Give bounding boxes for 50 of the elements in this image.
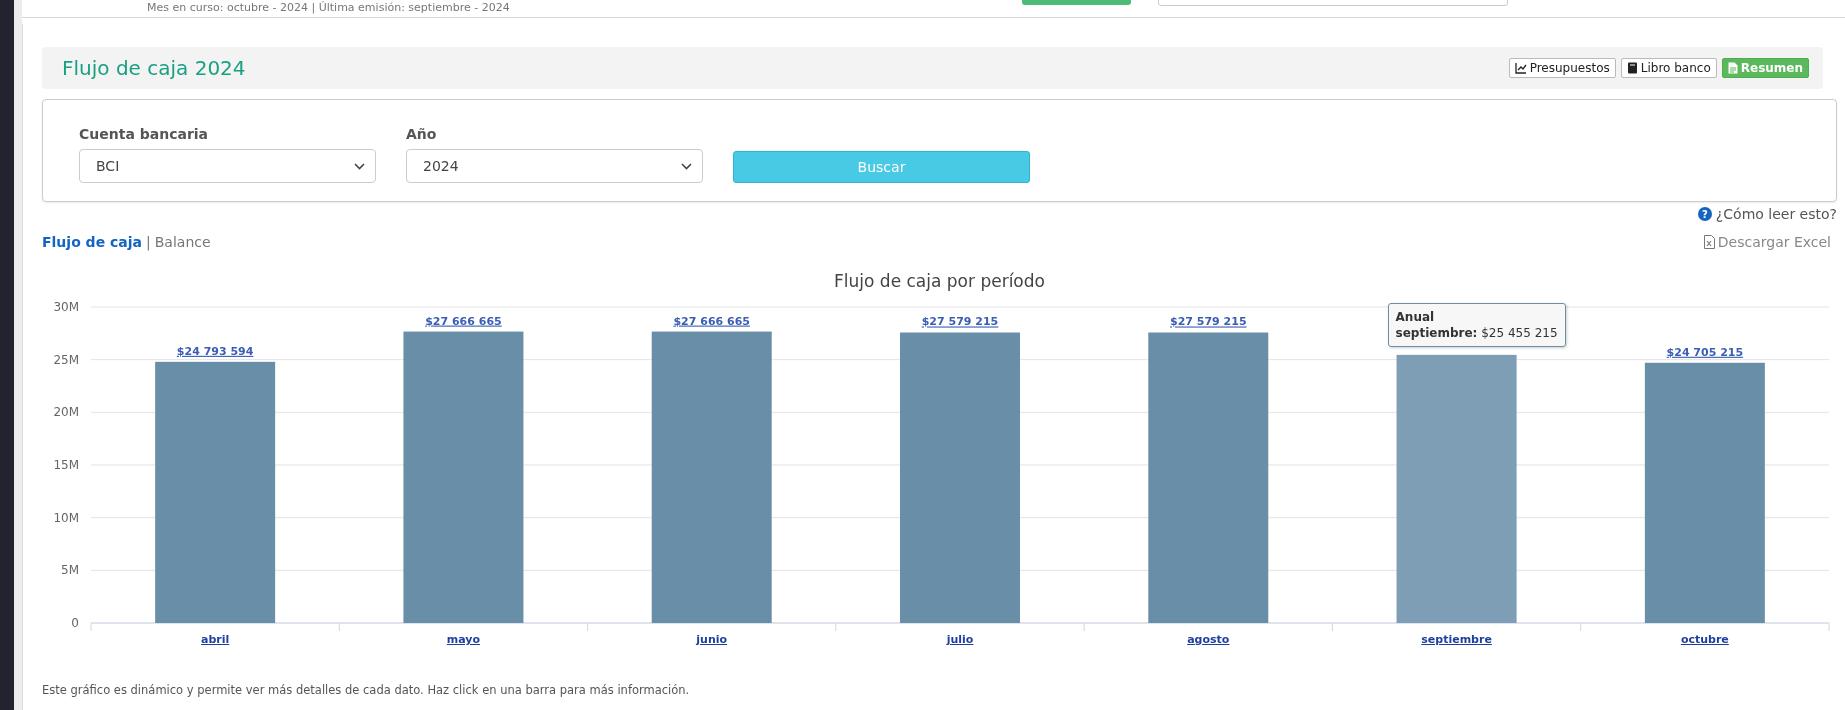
- bar[interactable]: [155, 361, 276, 623]
- chevron-down-icon: [681, 162, 692, 170]
- header-button[interactable]: Presupuestos: [1508, 58, 1616, 78]
- download-link[interactable]: Descargar Excel: [1703, 234, 1831, 250]
- page-title: Flujo de caja 2024: [62, 56, 246, 80]
- chart-tooltip: Anual septiembre: $25 455 215: [1387, 302, 1566, 348]
- x-axis-label[interactable]: abril: [201, 633, 230, 645]
- bar[interactable]: [1396, 354, 1517, 623]
- bar[interactable]: [900, 332, 1020, 623]
- book-icon: [1626, 62, 1638, 74]
- bar[interactable]: [651, 331, 772, 623]
- value-label[interactable]: $24 793 594: [176, 344, 254, 358]
- view-tab[interactable]: Balance: [154, 234, 211, 250]
- header-button[interactable]: Libro banco: [1620, 58, 1717, 78]
- select-field[interactable]: 2024: [406, 149, 703, 183]
- x-axis-label[interactable]: octubre: [1680, 633, 1729, 645]
- value-label[interactable]: $27 579 215: [1170, 315, 1247, 329]
- y-axis-label: 30M: [53, 300, 79, 314]
- period-status-text: Mes en curso: octubre - 2024 | Última emisión: septiembre - 2024: [147, 1, 510, 15]
- chart-title: Flujo de caja por período: [833, 271, 1046, 291]
- field-label: Cuenta bancaria: [79, 126, 210, 142]
- value-label[interactable]: $27 666 665: [673, 314, 750, 328]
- y-axis-label: 10M: [53, 510, 79, 525]
- value-label[interactable]: $24 705 215: [1666, 345, 1744, 359]
- y-axis-label: 0: [71, 616, 79, 630]
- x-axis-label[interactable]: agosto: [1187, 633, 1230, 645]
- bar[interactable]: [1644, 362, 1765, 623]
- x-axis-label[interactable]: mayo: [446, 633, 481, 645]
- document-icon: [1727, 62, 1738, 74]
- help-icon: ?: [1697, 207, 1712, 221]
- bar[interactable]: [1148, 332, 1269, 623]
- chevron-down-icon: [354, 162, 365, 170]
- tab-separator: |: [146, 234, 151, 250]
- value-label[interactable]: $27 579 215: [921, 315, 999, 329]
- field-label: Año: [406, 126, 438, 142]
- help-link[interactable]: ? ¿Cómo leer esto?: [1697, 206, 1837, 222]
- view-tab[interactable]: Flujo de caja: [42, 234, 142, 250]
- y-axis-label: 25M: [53, 352, 79, 367]
- y-axis-label: 15M: [53, 458, 79, 472]
- x-axis-label[interactable]: julio: [946, 633, 974, 645]
- bar[interactable]: [403, 331, 524, 623]
- excel-file-icon: [1703, 235, 1715, 249]
- x-axis-label[interactable]: septiembre: [1421, 633, 1492, 645]
- y-axis-label: 5M: [61, 563, 79, 578]
- y-axis-label: 20M: [53, 405, 79, 420]
- select-field[interactable]: BCI: [79, 149, 376, 183]
- chart-footnote: Este gráfico es dinámico y permite ver más detalles de cada dato. Haz click en una barra para más información.: [42, 683, 691, 697]
- x-axis-label[interactable]: junio: [696, 633, 728, 645]
- line-chart-icon: [1514, 62, 1527, 74]
- value-label[interactable]: $27 666 665: [425, 314, 502, 328]
